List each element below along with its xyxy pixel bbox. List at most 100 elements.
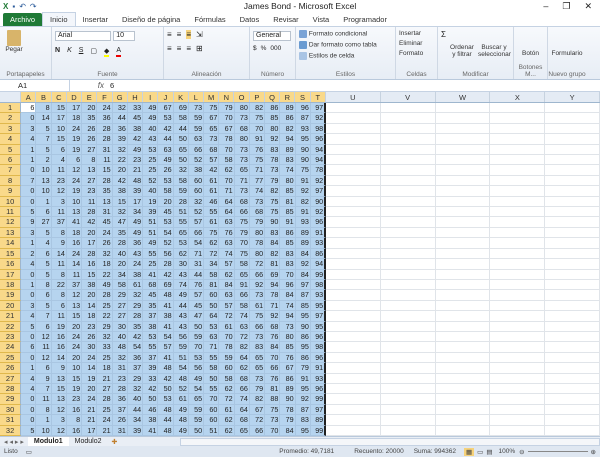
sheet-tab-modulo2[interactable]: Modulo2	[69, 437, 108, 447]
cell-Y27[interactable]	[545, 373, 600, 384]
cell-A26[interactable]: 1	[21, 363, 37, 374]
cell-M25[interactable]: 55	[204, 352, 220, 364]
cell-N4[interactable]: 78	[219, 134, 235, 145]
cell-I28[interactable]: 42	[143, 383, 159, 395]
cell-C5[interactable]: 6	[51, 144, 67, 156]
cell-L32[interactable]: 50	[188, 425, 205, 436]
cell-R15[interactable]: 83	[280, 248, 296, 260]
cell-C9[interactable]: 12	[51, 186, 67, 197]
cell-X9[interactable]	[490, 186, 546, 197]
cell-D15[interactable]: 24	[66, 248, 83, 260]
cell-H22[interactable]: 35	[127, 321, 144, 332]
cell-F10[interactable]: 13	[97, 196, 113, 208]
cell-A22[interactable]: 5	[21, 321, 37, 332]
cell-Y1[interactable]	[545, 103, 600, 114]
cell-W1[interactable]	[435, 103, 491, 114]
row-header-30[interactable]: 30	[0, 404, 22, 416]
cell-L1[interactable]: 73	[188, 103, 205, 114]
cell-X1[interactable]	[490, 103, 546, 114]
cell-I3[interactable]: 40	[143, 123, 159, 135]
cell-U14[interactable]	[326, 238, 381, 249]
cell-A30[interactable]: 0	[21, 404, 37, 416]
cell-L8[interactable]: 60	[188, 175, 205, 187]
cell-T18[interactable]: 98	[310, 279, 327, 291]
cell-D25[interactable]: 20	[66, 352, 83, 364]
cell-D4[interactable]: 19	[66, 134, 83, 145]
column-header-B[interactable]: B	[36, 92, 52, 102]
cell-S14[interactable]: 89	[295, 238, 311, 249]
column-header-T[interactable]: T	[310, 92, 326, 102]
cell-F28[interactable]: 27	[97, 383, 113, 395]
cell-V2[interactable]	[380, 113, 436, 124]
cell-S21[interactable]: 95	[295, 311, 311, 322]
cell-N10[interactable]: 64	[219, 196, 235, 208]
cell-R6[interactable]: 83	[280, 155, 296, 166]
cell-S20[interactable]: 85	[295, 300, 311, 312]
cell-H20[interactable]: 29	[127, 300, 144, 312]
cell-V22[interactable]	[380, 321, 436, 332]
row-header-20[interactable]: 20	[0, 300, 22, 312]
cell-D10[interactable]: 10	[66, 196, 83, 208]
cell-X25[interactable]	[490, 352, 546, 364]
column-header-U[interactable]: U	[326, 92, 381, 102]
cell-D20[interactable]: 13	[66, 300, 83, 312]
row-header-5[interactable]: 5	[0, 144, 22, 156]
cell-L11[interactable]: 52	[188, 207, 205, 218]
row-header-24[interactable]: 24	[0, 342, 22, 353]
column-header-J[interactable]: J	[158, 92, 174, 102]
column-header-M[interactable]: M	[204, 92, 220, 102]
cell-A8[interactable]: 7	[21, 175, 37, 187]
cell-I17[interactable]: 41	[143, 269, 159, 280]
minimize-button[interactable]: –	[543, 1, 548, 12]
row-header-8[interactable]: 8	[0, 175, 22, 187]
cell-B31[interactable]: 1	[36, 415, 52, 426]
cell-I30[interactable]: 46	[143, 404, 159, 416]
cell-F3[interactable]: 28	[97, 123, 113, 135]
cell-V17[interactable]	[380, 269, 436, 280]
cell-I7[interactable]: 25	[143, 165, 159, 176]
row-header-31[interactable]: 31	[0, 415, 22, 426]
cell-I31[interactable]: 38	[143, 415, 159, 426]
cell-G25[interactable]: 32	[112, 352, 128, 364]
cell-H6[interactable]: 23	[127, 155, 144, 166]
cell-U19[interactable]	[326, 290, 381, 301]
cell-S26[interactable]: 79	[295, 363, 311, 374]
underline-button[interactable]: S	[79, 47, 84, 57]
cell-V5[interactable]	[380, 144, 436, 156]
cell-U7[interactable]	[326, 165, 381, 176]
cell-C7[interactable]: 11	[51, 165, 67, 176]
cell-J18[interactable]: 69	[158, 279, 174, 291]
cell-U29[interactable]	[326, 394, 381, 405]
cell-W22[interactable]	[435, 321, 491, 332]
cell-J10[interactable]: 20	[158, 196, 174, 208]
cell-B25[interactable]: 12	[36, 352, 52, 364]
cell-U5[interactable]	[326, 144, 381, 156]
cell-M19[interactable]: 60	[204, 290, 220, 301]
cell-Q11[interactable]: 75	[265, 207, 281, 218]
cell-Q26[interactable]: 66	[265, 363, 281, 374]
cell-B29[interactable]: 11	[36, 394, 52, 405]
cell-V13[interactable]	[380, 227, 436, 239]
cell-S4[interactable]: 95	[295, 134, 311, 145]
cell-X29[interactable]	[490, 394, 546, 405]
cell-N19[interactable]: 63	[219, 290, 235, 301]
cell-C13[interactable]: 8	[51, 227, 67, 239]
cell-U28[interactable]	[326, 383, 381, 395]
cell-D14[interactable]: 16	[66, 238, 83, 249]
cell-E16[interactable]: 16	[82, 259, 98, 270]
cell-R5[interactable]: 89	[280, 144, 296, 156]
cell-H1[interactable]: 33	[127, 103, 144, 114]
cell-L10[interactable]: 32	[188, 196, 205, 208]
cell-E23[interactable]: 26	[82, 331, 98, 343]
cell-K21[interactable]: 43	[173, 311, 189, 322]
cell-P7[interactable]: 71	[249, 165, 266, 176]
cell-D24[interactable]: 24	[66, 342, 83, 353]
cell-O30[interactable]: 64	[234, 404, 250, 416]
cell-G13[interactable]: 35	[112, 227, 128, 239]
cell-Q22[interactable]: 68	[265, 321, 281, 332]
cell-P30[interactable]: 67	[249, 404, 266, 416]
cell-R28[interactable]: 89	[280, 383, 296, 395]
cell-L26[interactable]: 56	[188, 363, 205, 374]
tab-inicio[interactable]: Inicio	[42, 12, 76, 26]
cell-A1[interactable]: 6	[21, 103, 37, 114]
